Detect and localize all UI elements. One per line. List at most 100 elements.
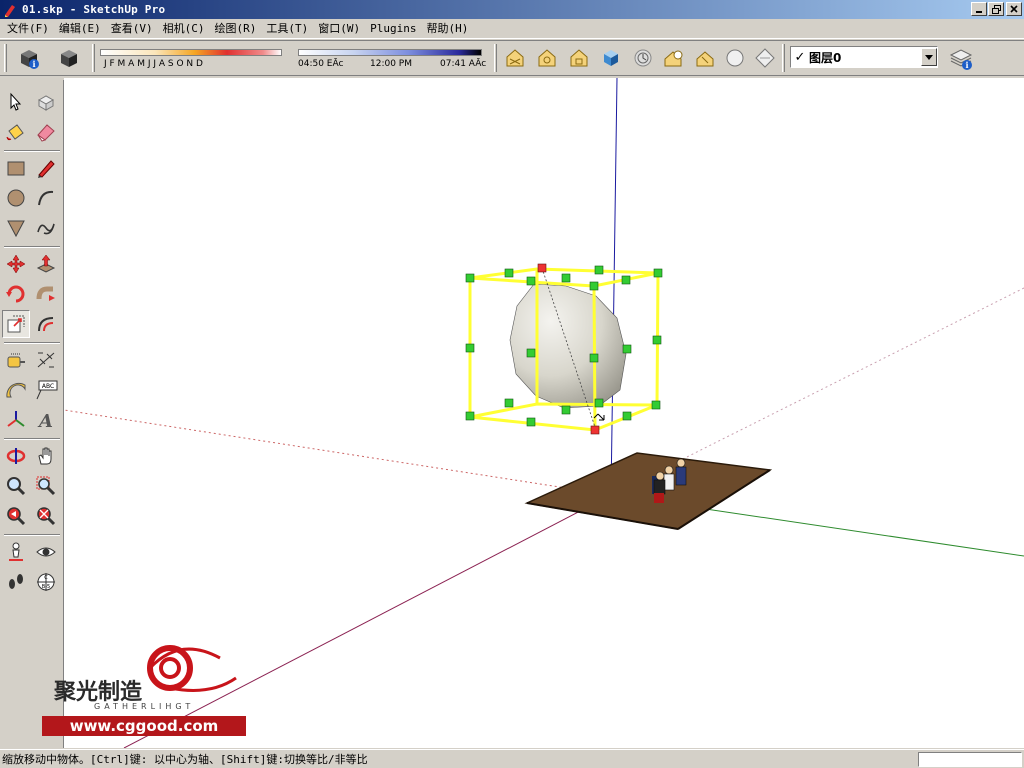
toolbar-grip[interactable] bbox=[92, 44, 95, 72]
time-mid-label: 12:00 PM bbox=[370, 59, 412, 69]
wireframe-style-button[interactable] bbox=[534, 45, 560, 71]
arc-tool[interactable] bbox=[32, 184, 60, 212]
sphere-object[interactable] bbox=[509, 283, 627, 409]
display-shadows-button[interactable] bbox=[56, 45, 82, 71]
position-camera-tool[interactable] bbox=[2, 538, 30, 566]
minimize-button[interactable] bbox=[971, 2, 987, 16]
paint-bucket-tool[interactable] bbox=[2, 118, 30, 146]
zoom-tool[interactable] bbox=[2, 472, 30, 500]
measurements-box[interactable] bbox=[918, 752, 1022, 767]
tool-separator bbox=[4, 246, 60, 248]
shadow-cube-info-icon: i bbox=[21, 50, 39, 69]
close-button[interactable] bbox=[1006, 2, 1022, 16]
section-plane-tool[interactable]: C B-5 bbox=[32, 568, 60, 596]
window-title: 01.skp - SketchUp Pro bbox=[22, 3, 166, 16]
house-hidden-line-icon bbox=[538, 49, 556, 67]
month-slider-track[interactable] bbox=[100, 49, 282, 56]
menu-view[interactable]: 查看(V) bbox=[106, 20, 158, 38]
eraser-tool[interactable] bbox=[32, 118, 60, 146]
shaded-style-button[interactable] bbox=[598, 45, 624, 71]
restore-button[interactable] bbox=[988, 2, 1004, 16]
rotate-tool[interactable] bbox=[2, 280, 30, 308]
time-slider[interactable]: 04:50 EĀc 12:00 PM 07:41 AĀc bbox=[298, 45, 488, 73]
shadow-settings-button[interactable]: i bbox=[16, 45, 42, 71]
tape-measure-tool[interactable] bbox=[2, 346, 30, 374]
blue-axis bbox=[610, 78, 618, 496]
polygon-tool[interactable] bbox=[2, 214, 30, 242]
zoom-extents-icon bbox=[37, 507, 56, 526]
look-around-tool[interactable] bbox=[32, 538, 60, 566]
layer-manager-button[interactable]: i bbox=[948, 45, 974, 71]
textured-style-button[interactable] bbox=[630, 45, 656, 71]
rectangle-tool[interactable] bbox=[2, 154, 30, 182]
menu-window[interactable]: 窗口(W) bbox=[313, 20, 365, 38]
menu-edit[interactable]: 编辑(E) bbox=[54, 20, 106, 38]
status-bar: 缩放移动中物体。[Ctrl]键: 以中心为轴、[Shift]键:切换等比/非等比 bbox=[0, 749, 1024, 768]
sketchup-app-icon[interactable] bbox=[2, 2, 18, 18]
freehand-tool[interactable] bbox=[32, 214, 60, 242]
3d-text-icon: A bbox=[37, 411, 53, 431]
scale-icon bbox=[7, 315, 25, 333]
select-tool[interactable] bbox=[2, 88, 30, 116]
house-shaded-icon bbox=[570, 49, 588, 67]
menu-tools[interactable]: 工具(T) bbox=[261, 20, 313, 38]
month-slider-labels: J F M A M J J A S O N D bbox=[104, 59, 203, 69]
layers-info-icon: i bbox=[949, 49, 973, 70]
xray-style-button[interactable] bbox=[502, 45, 528, 71]
paint-bucket-icon bbox=[6, 124, 24, 141]
push-pull-tool[interactable] bbox=[32, 250, 60, 278]
menu-draw[interactable]: 绘图(R) bbox=[210, 20, 262, 38]
zoom-extents-tool[interactable] bbox=[32, 502, 60, 530]
move-tool[interactable] bbox=[2, 250, 30, 278]
rectangle-icon bbox=[7, 161, 25, 176]
previous-view-tool[interactable] bbox=[2, 502, 30, 530]
walk-tool[interactable] bbox=[2, 568, 30, 596]
restore-icon bbox=[991, 4, 1001, 14]
tool-separator bbox=[4, 534, 60, 536]
layer-dropdown[interactable]: ✓ 图层0 bbox=[790, 46, 938, 68]
circle-tool[interactable] bbox=[2, 184, 30, 212]
offset-tool[interactable] bbox=[32, 310, 60, 338]
sphere-style-button[interactable] bbox=[722, 45, 748, 71]
toolbar-grip[interactable] bbox=[494, 44, 497, 72]
monochrome-style-button[interactable] bbox=[660, 45, 686, 71]
line-tool[interactable] bbox=[32, 154, 60, 182]
triangle-polygon-icon bbox=[7, 220, 25, 238]
menu-file[interactable]: 文件(F) bbox=[2, 20, 54, 38]
3d-text-tool[interactable]: A bbox=[32, 406, 60, 434]
push-pull-icon bbox=[36, 254, 56, 273]
menu-camera[interactable]: 相机(C) bbox=[158, 20, 210, 38]
zoom-window-tool[interactable] bbox=[32, 472, 60, 500]
text-label-icon: ABC bbox=[36, 380, 58, 400]
scale-tool[interactable] bbox=[2, 310, 30, 338]
menu-help[interactable]: 帮助(H) bbox=[421, 20, 473, 38]
dimension-tool[interactable] bbox=[32, 346, 60, 374]
axes-tool[interactable] bbox=[2, 406, 30, 434]
watermark-logo: 聚光制造 GATHERLIHGT www.cggood.com bbox=[40, 640, 250, 740]
main-toolbar: i J F M A M J J A S O N D 04:50 EĀc 12:0… bbox=[0, 40, 1024, 76]
month-slider[interactable]: J F M A M J J A S O N D bbox=[100, 45, 290, 73]
circle-icon bbox=[7, 189, 25, 207]
svg-text:ABC: ABC bbox=[42, 383, 54, 390]
dimension-icon bbox=[37, 352, 55, 368]
toolbar-grip[interactable] bbox=[782, 44, 785, 72]
menu-plugins[interactable]: Plugins bbox=[365, 20, 421, 38]
orbit-tool[interactable] bbox=[2, 442, 30, 470]
toolbar-grip[interactable] bbox=[4, 44, 7, 72]
back-edges-button[interactable] bbox=[692, 45, 718, 71]
pencil-icon bbox=[38, 160, 55, 178]
protractor-tool[interactable] bbox=[2, 376, 30, 404]
layer-dropdown-arrow[interactable] bbox=[921, 48, 937, 66]
tape-measure-icon bbox=[7, 353, 25, 368]
pan-tool[interactable] bbox=[32, 442, 60, 470]
section-plane-button[interactable] bbox=[752, 45, 778, 71]
time-slider-track[interactable] bbox=[298, 49, 482, 56]
text-tool[interactable]: ABC bbox=[32, 376, 60, 404]
follow-me-tool[interactable] bbox=[32, 280, 60, 308]
ground-plane[interactable] bbox=[524, 452, 773, 530]
axes-icon bbox=[7, 411, 25, 427]
layer-checkmark: ✓ bbox=[794, 49, 806, 65]
hidden-line-style-button[interactable] bbox=[566, 45, 592, 71]
make-component-tool[interactable] bbox=[32, 88, 60, 116]
protractor-icon bbox=[6, 382, 26, 398]
